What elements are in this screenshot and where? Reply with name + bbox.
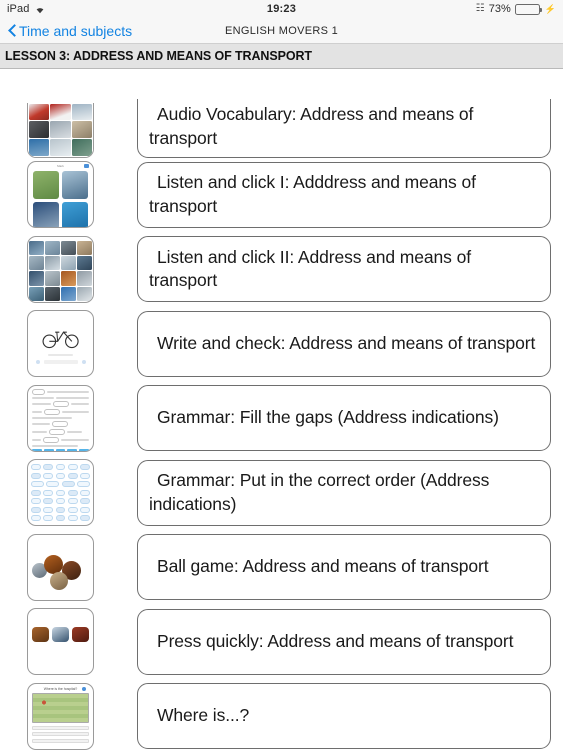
circular-balls-thumbnail[interactable] bbox=[27, 533, 94, 601]
activity-label: Press quickly: Address and means of tran… bbox=[157, 630, 514, 651]
activity-label: Write and check: Address and means of tr… bbox=[157, 332, 536, 353]
activity-label: Listen and click II: Address and means o… bbox=[149, 246, 471, 291]
bicycle-drawing-thumbnail[interactable] bbox=[27, 310, 94, 378]
status-bar-right: ☷ 73% ⚡ bbox=[476, 3, 556, 15]
town-map-image bbox=[32, 692, 89, 723]
list-item[interactable]: Grammar: Fill the gaps (Address indicati… bbox=[0, 381, 563, 456]
activity-card[interactable]: Listen and click I: Adddress and means o… bbox=[137, 161, 551, 228]
activity-label: Grammar: Fill the gaps (Address indicati… bbox=[157, 407, 499, 428]
activity-label: Audio Vocabulary: Address and means of t… bbox=[149, 104, 474, 148]
lesson-section-header: LESSON 3: ADDRESS AND MEANS OF TRANSPORT bbox=[0, 44, 563, 69]
worksheet-fill-gaps-thumbnail[interactable] bbox=[27, 384, 94, 452]
three-photos-row-thumbnail[interactable] bbox=[27, 608, 94, 676]
activity-label: Where is...? bbox=[157, 705, 250, 726]
list-item[interactable]: Where is the hospital? Where is...? bbox=[0, 679, 563, 750]
activity-list[interactable]: Audio Vocabulary: Address and means of t… bbox=[0, 83, 563, 750]
chevron-left-icon bbox=[8, 24, 16, 38]
list-item[interactable]: Listen and click II: Address and means o… bbox=[0, 232, 563, 307]
town-map-thumbnail[interactable]: Where is the hospital? bbox=[27, 682, 94, 750]
bluetooth-icon: ☷ bbox=[475, 3, 485, 14]
list-item[interactable]: Write and check: Address and means of tr… bbox=[0, 307, 563, 382]
photo-grid-3x3-thumbnail[interactable] bbox=[27, 102, 94, 158]
list-item[interactable]: Ball game: Address and means of transpor… bbox=[0, 530, 563, 605]
list-item[interactable]: Mark Listen and click I: Adddress and me… bbox=[0, 158, 563, 233]
activity-card[interactable]: Where is...? bbox=[137, 683, 551, 750]
activity-label: Ball game: Address and means of transpor… bbox=[157, 556, 489, 577]
activity-card[interactable]: Grammar: Fill the gaps (Address indicati… bbox=[137, 385, 551, 452]
activity-card[interactable]: Ball game: Address and means of transpor… bbox=[137, 534, 551, 601]
bicycle-icon bbox=[42, 331, 79, 349]
list-item[interactable]: Grammar: Put in the correct order (Addre… bbox=[0, 456, 563, 531]
charging-bolt-icon: ⚡ bbox=[544, 3, 556, 14]
navigation-bar: Time and subjects ENGLISH MOVERS 1 bbox=[0, 18, 563, 44]
activity-card[interactable]: Press quickly: Address and means of tran… bbox=[137, 608, 551, 675]
battery-percent-label: 73% bbox=[488, 3, 511, 15]
list-item[interactable]: Audio Vocabulary: Address and means of t… bbox=[0, 83, 563, 158]
word-pills-grid-thumbnail[interactable] bbox=[27, 459, 94, 527]
photo-grid-4x4-thumbnail[interactable] bbox=[27, 235, 94, 303]
activity-card[interactable]: Listen and click II: Address and means o… bbox=[137, 236, 551, 303]
activity-card[interactable]: Grammar: Put in the correct order (Addre… bbox=[137, 459, 551, 526]
activity-card[interactable]: Write and check: Address and means of tr… bbox=[137, 310, 551, 377]
battery-icon bbox=[514, 3, 542, 15]
back-button[interactable]: Time and subjects bbox=[8, 23, 132, 39]
activity-label: Grammar: Put in the correct order (Addre… bbox=[149, 470, 490, 514]
list-item[interactable]: Press quickly: Address and means of tran… bbox=[0, 605, 563, 680]
activity-card[interactable]: Audio Vocabulary: Address and means of t… bbox=[137, 99, 551, 158]
photo-grid-2x2-thumbnail[interactable]: Mark bbox=[27, 161, 94, 229]
back-button-label: Time and subjects bbox=[19, 22, 133, 39]
activity-label: Listen and click I: Adddress and means o… bbox=[149, 172, 476, 216]
status-bar: iPad 19:23 ☷ 73% ⚡ bbox=[0, 0, 563, 18]
